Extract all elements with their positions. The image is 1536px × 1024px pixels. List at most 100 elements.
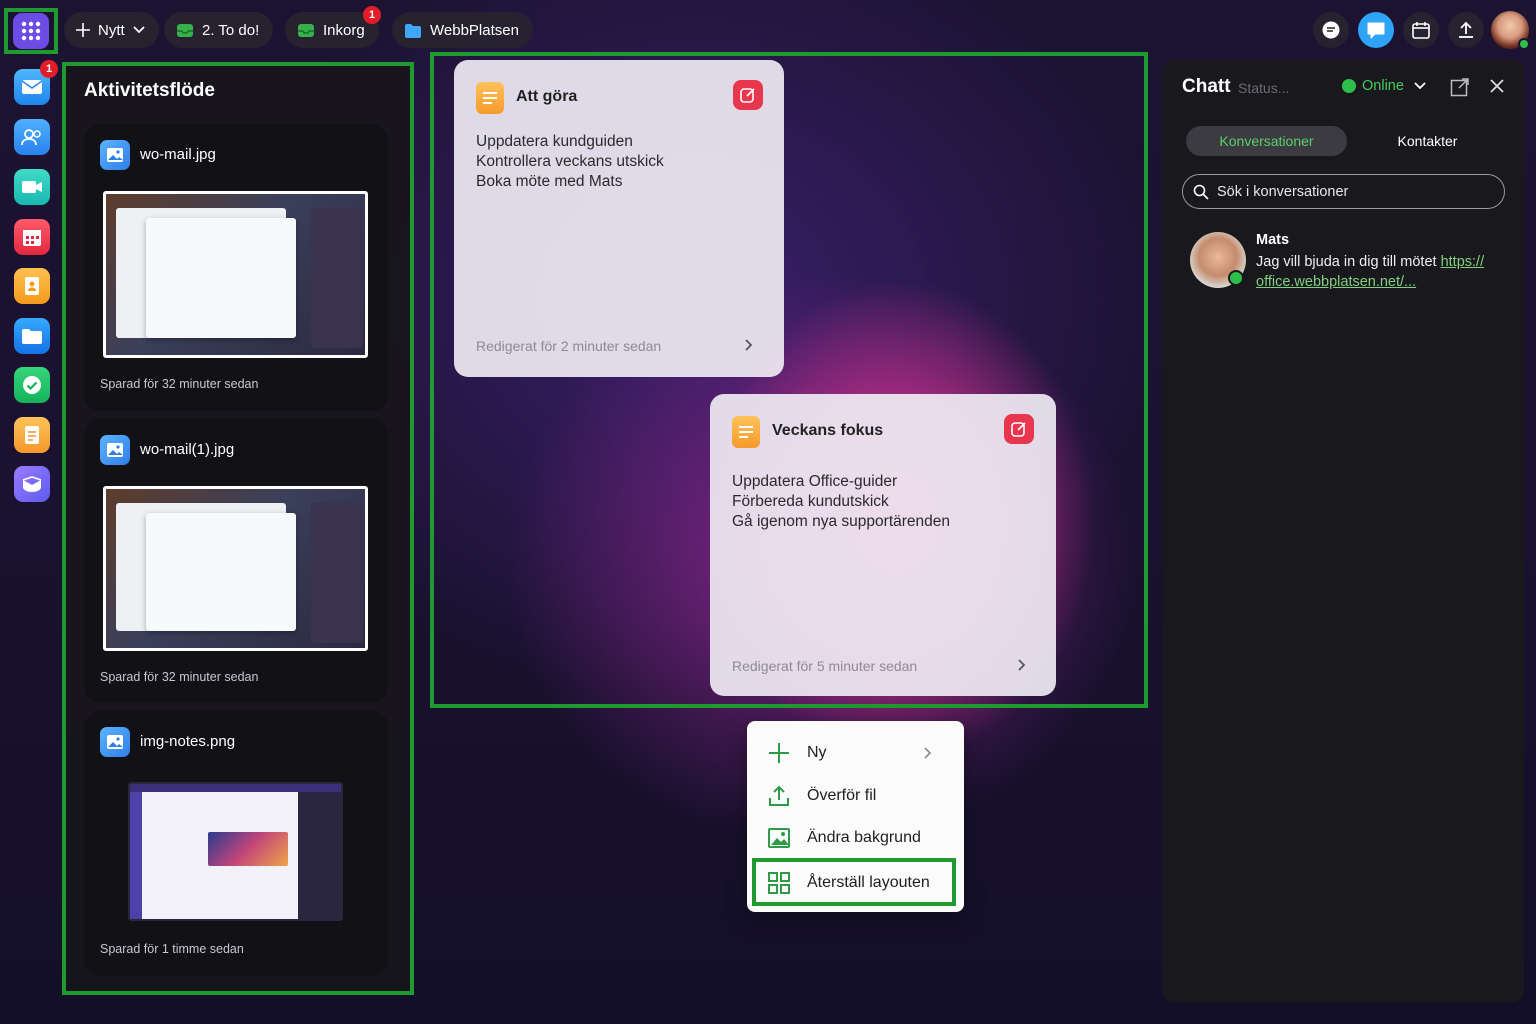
todo-folder-label: 2. To do! [202, 21, 260, 39]
activity-item[interactable]: wo-mail(1).jpg Sparad för 32 minuter sed… [84, 419, 388, 703]
mail-icon[interactable]: 1 [14, 60, 58, 105]
image-file-icon [100, 727, 130, 757]
chat-title: Chatt [1182, 76, 1231, 97]
drive-icon[interactable] [14, 318, 50, 354]
menu-item-change-background[interactable]: Ändra bakgrund [767, 827, 921, 849]
hub-icon[interactable] [14, 466, 50, 502]
note-line: Boka möte med Mats [476, 173, 623, 190]
activity-item-name: img-notes.png [140, 733, 236, 750]
note-widget-todo[interactable]: Att göra Uppdatera kundguiden Kontroller… [454, 60, 784, 377]
layout-grid-icon [767, 871, 791, 895]
folder-icon [404, 23, 422, 38]
chat-toggle-button[interactable] [1358, 12, 1394, 48]
activity-feed-panel: Aktivitetsflöde wo-mail.jpg Sparad för 3… [62, 62, 414, 995]
new-button[interactable]: Nytt [64, 12, 159, 48]
note-line: Förbereda kundutskick [732, 493, 889, 510]
upload-button[interactable] [1448, 12, 1484, 48]
chat-bubble-icon [1366, 21, 1386, 39]
addressbook-icon[interactable] [14, 268, 50, 304]
desktop-context-menu: Ny Överför fil Ändra bakgrund Återställ … [747, 721, 964, 912]
presence-label: Online [1362, 78, 1404, 94]
online-status-dot [1228, 270, 1244, 286]
calendar-button[interactable] [1403, 12, 1439, 48]
note-edited-time: Redigerat för 5 minuter sedan [732, 658, 918, 674]
activity-item[interactable]: img-notes.png Sparad för 1 timme sedan [84, 711, 388, 976]
note-edited-time: Redigerat för 2 minuter sedan [476, 338, 662, 354]
grid-icon [13, 13, 49, 49]
note-icon [732, 416, 760, 448]
note-body: Uppdatera kundguiden Kontrollera veckans… [476, 132, 664, 192]
inbox-label: Inkorg [323, 21, 365, 39]
close-icon[interactable] [1490, 79, 1504, 93]
calendar-icon [1412, 21, 1430, 39]
menu-item-upload[interactable]: Överför fil [767, 784, 876, 808]
plus-icon [767, 741, 791, 765]
activity-feed-title: Aktivitetsflöde [84, 80, 215, 101]
note-line: Kontrollera veckans utskick [476, 153, 664, 170]
contacts-icon[interactable] [14, 119, 50, 155]
inbox-tray-icon [297, 22, 315, 38]
conversation-link[interactable]: https:// [1441, 254, 1485, 270]
folder-label: WebbPlatsen [430, 21, 519, 39]
edit-note-icon[interactable] [733, 80, 763, 110]
activity-thumbnail [103, 486, 368, 651]
chevron-right-icon [923, 746, 933, 760]
meet-icon[interactable] [14, 169, 50, 205]
activity-item-saved: Sparad för 32 minuter sedan [100, 670, 259, 684]
popout-icon[interactable] [1450, 77, 1470, 97]
menu-item-label: Återställ layouten [807, 874, 930, 891]
menu-item-label: Ändra bakgrund [807, 829, 921, 846]
chevron-down-icon [1414, 82, 1426, 90]
image-file-icon [100, 435, 130, 465]
app-launcher-button[interactable] [4, 8, 58, 54]
user-avatar[interactable] [1491, 11, 1530, 50]
menu-item-reset-layout[interactable]: Återställ layouten [767, 871, 930, 895]
presence-selector[interactable]: Online [1342, 78, 1426, 94]
plus-icon [76, 23, 90, 37]
activity-item-saved: Sparad för 32 minuter sedan [100, 377, 259, 391]
calendar-app-icon[interactable] [14, 219, 50, 255]
messages-button[interactable] [1313, 12, 1349, 48]
activity-item-name: wo-mail.jpg [140, 146, 216, 163]
note-body: Uppdatera Office-guider Förbereda kundut… [732, 472, 950, 532]
chevron-down-icon [133, 26, 145, 34]
conversation-search-input[interactable]: Sök i konversationer [1182, 174, 1505, 209]
new-button-label: Nytt [98, 21, 125, 39]
menu-item-label: Överför fil [807, 787, 877, 804]
conversation-preview: Jag vill bjuda in dig till mötet https:/… [1256, 252, 1506, 292]
conversation-message: Jag vill bjuda in dig till mötet [1256, 254, 1441, 270]
image-icon [767, 827, 791, 849]
conversation-link[interactable]: office.webbplatsen.net/... [1256, 274, 1416, 290]
activity-thumbnail [103, 191, 368, 358]
menu-item-new[interactable]: Ny [767, 741, 827, 765]
note-widget-focus[interactable]: Veckans fokus Uppdatera Office-guider Fö… [710, 394, 1056, 696]
activity-item-name: wo-mail(1).jpg [140, 441, 235, 458]
conversation-name: Mats [1256, 232, 1290, 248]
tab-conversations[interactable]: Konversationer [1186, 126, 1347, 156]
inbox-button[interactable]: Inkorg 1 [285, 6, 381, 48]
notes-icon[interactable] [14, 417, 50, 453]
online-status-dot [1518, 38, 1530, 50]
chevron-right-icon[interactable] [744, 338, 754, 352]
chat-panel: Chatt Status... Online Konversationer Ko… [1162, 60, 1524, 1002]
search-icon [1193, 184, 1209, 200]
speech-bubble-icon [1321, 20, 1341, 40]
webbplatsen-folder-button[interactable]: WebbPlatsen [392, 12, 533, 48]
upload-icon [1457, 21, 1475, 39]
tasks-icon[interactable] [14, 367, 50, 403]
search-placeholder: Sök i konversationer [1217, 183, 1349, 200]
note-title: Veckans fokus [772, 422, 884, 439]
activity-thumbnail [128, 782, 343, 921]
status-input[interactable]: Status... [1238, 80, 1289, 96]
activity-item[interactable]: wo-mail.jpg Sparad för 32 minuter sedan [84, 124, 388, 411]
menu-item-label: Ny [807, 744, 827, 761]
inbox-badge: 1 [363, 6, 381, 24]
inbox-tray-icon [176, 22, 194, 38]
note-line: Gå igenom nya supportärenden [732, 513, 951, 530]
edit-note-icon[interactable] [1004, 414, 1034, 444]
online-dot-icon [1342, 79, 1356, 93]
todo-folder-button[interactable]: 2. To do! [164, 12, 274, 48]
upload-icon [767, 784, 791, 808]
tab-contacts[interactable]: Kontakter [1347, 126, 1508, 156]
chevron-right-icon[interactable] [1017, 658, 1027, 672]
